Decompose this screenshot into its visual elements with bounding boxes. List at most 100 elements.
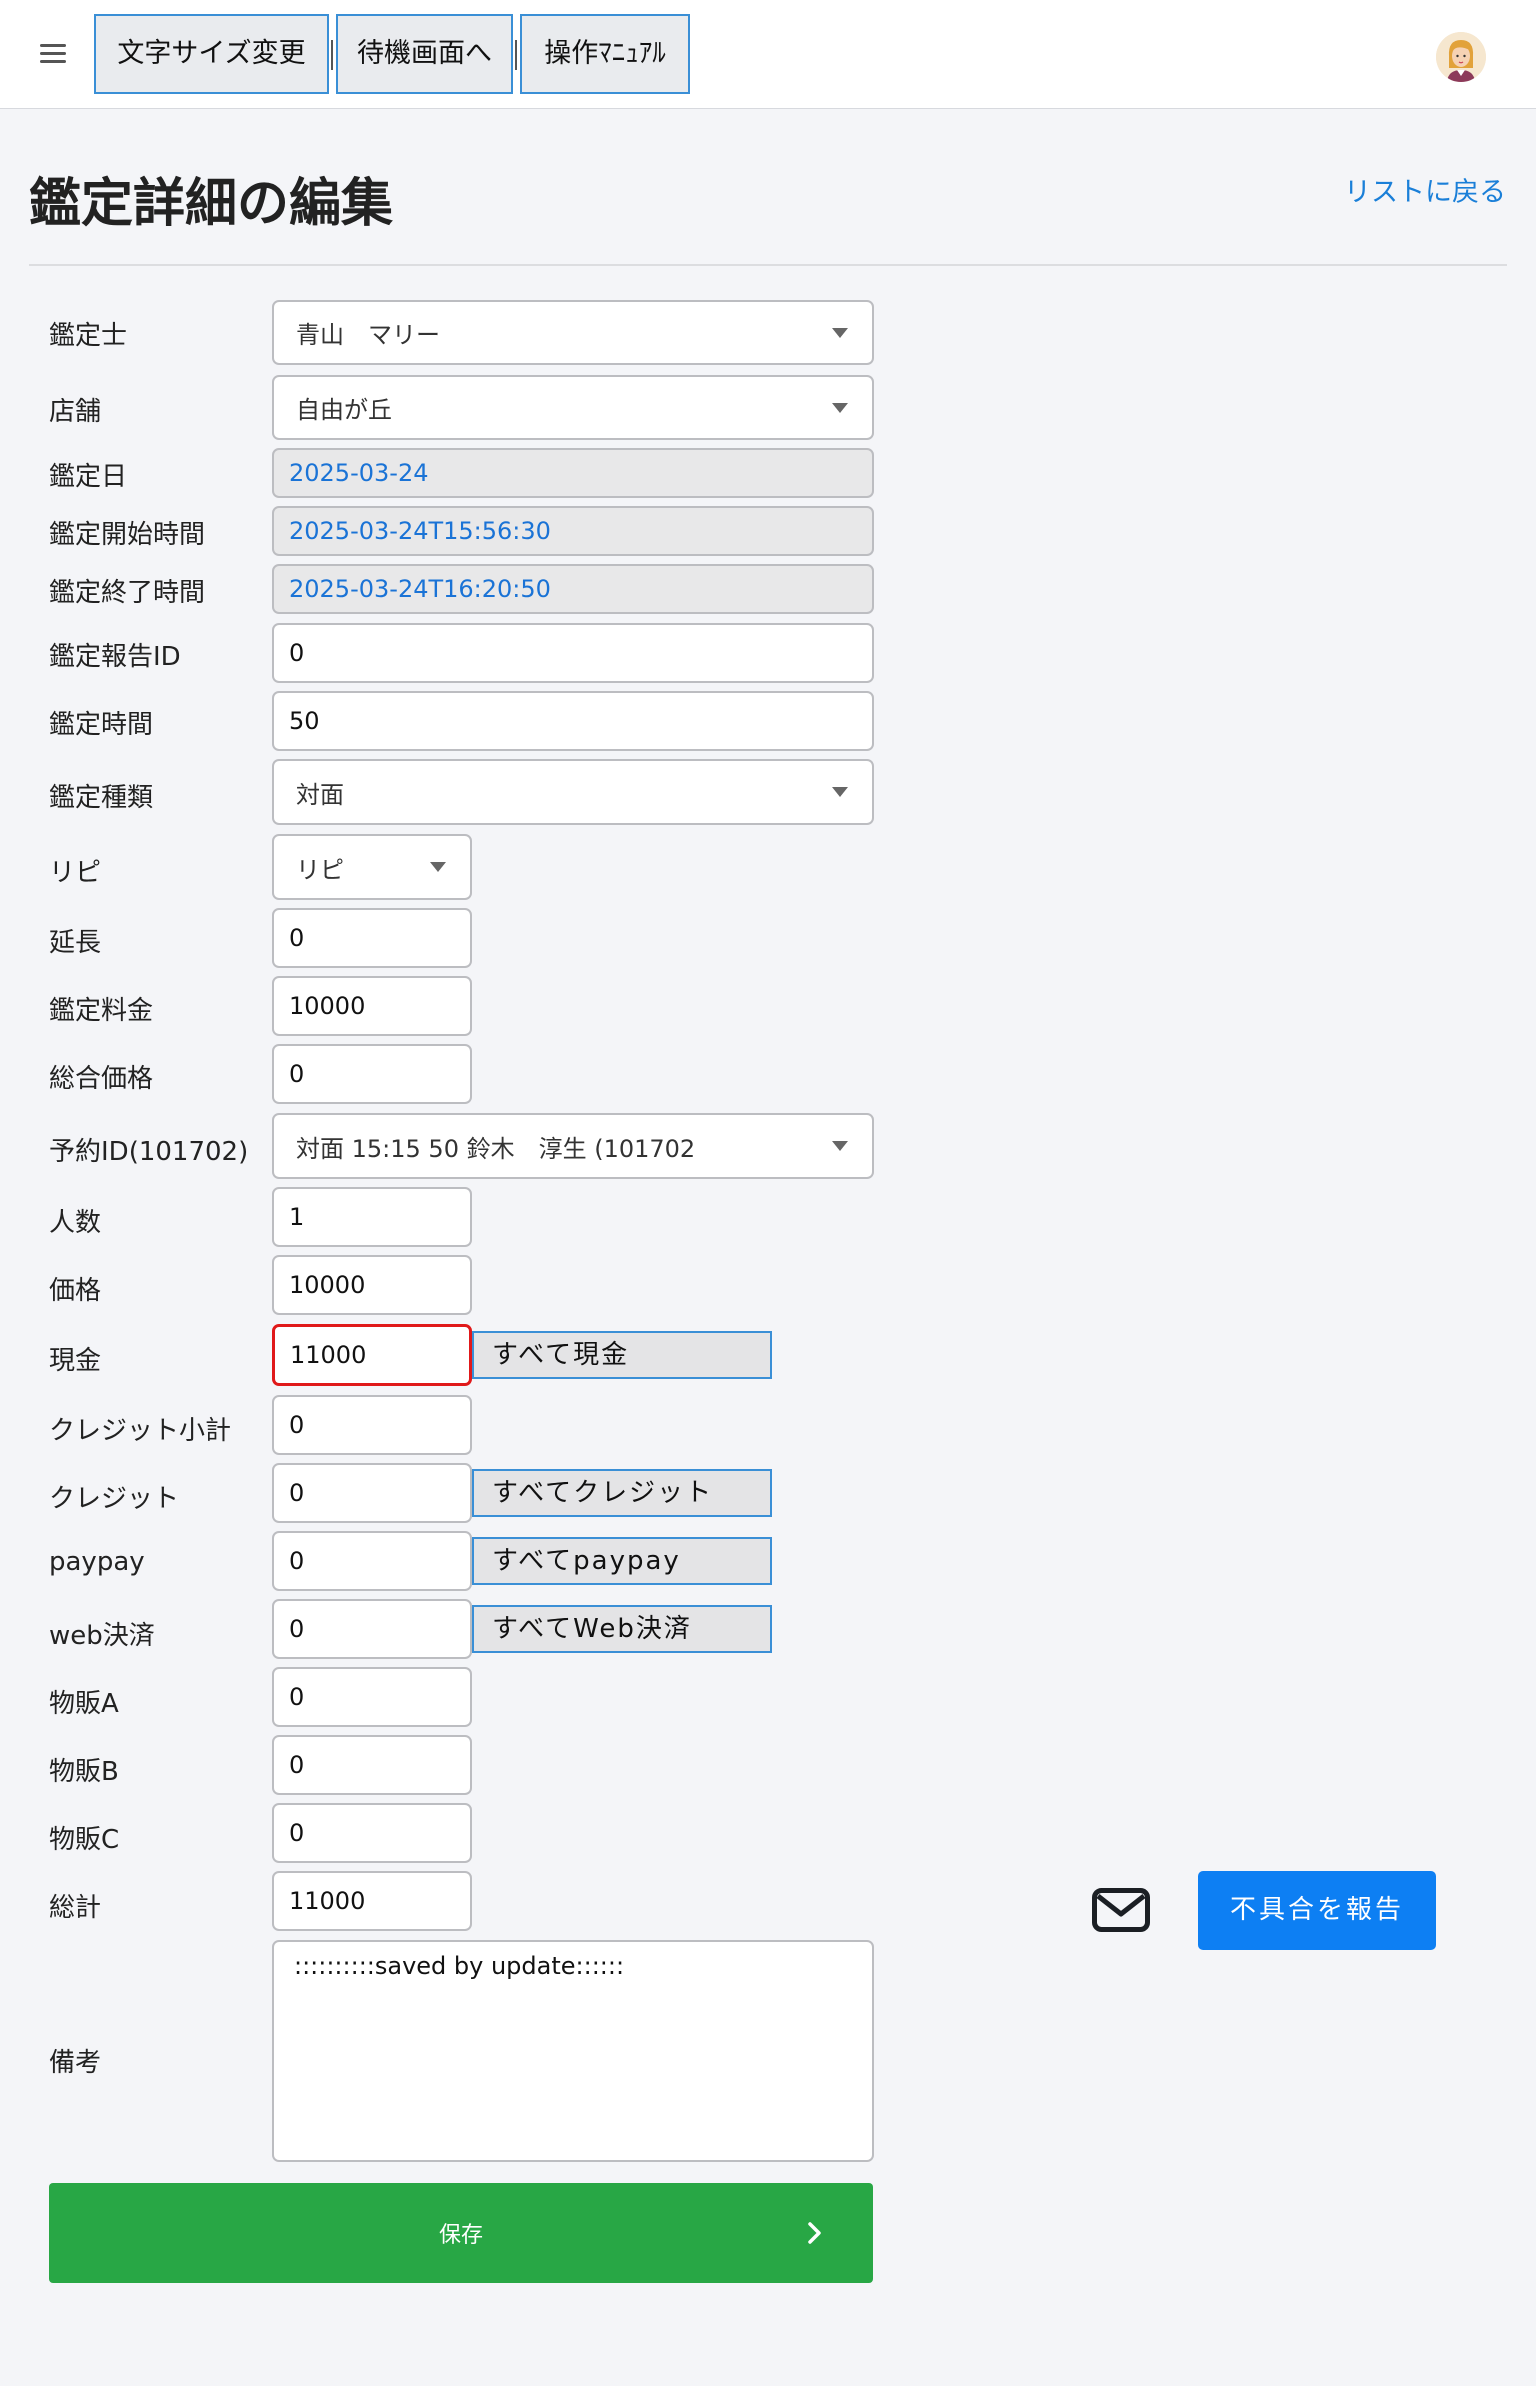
date-field: 2025-03-24 xyxy=(272,448,874,498)
fee-label: 鑑定料金 xyxy=(49,996,154,1026)
end-time-label: 鑑定終了時間 xyxy=(49,578,206,608)
notes-textarea[interactable]: ::::::::::saved by update:::::: xyxy=(272,1940,874,2162)
web-payment-label: web決済 xyxy=(49,1621,155,1651)
chevron-down-icon xyxy=(832,787,848,797)
credit-subtotal-label: クレジット小計 xyxy=(49,1416,232,1446)
paypay-value: 0 xyxy=(289,1547,305,1575)
price-label: 価格 xyxy=(49,1276,102,1306)
report-id-input[interactable]: 0 xyxy=(272,623,874,683)
start-time-label: 鑑定開始時間 xyxy=(49,520,206,550)
extension-input[interactable]: 0 xyxy=(272,908,472,968)
credit-label: クレジット xyxy=(49,1484,180,1514)
web-payment-input[interactable]: 0 xyxy=(272,1599,472,1659)
total-price-label: 総合価格 xyxy=(49,1064,154,1094)
start-time-value: 2025-03-24T15:56:30 xyxy=(289,517,551,545)
repeat-select[interactable]: リピ xyxy=(272,834,472,900)
back-to-list-link[interactable]: リストに戻る xyxy=(1344,170,1506,209)
save-button[interactable]: 保存 xyxy=(49,2183,873,2283)
user-avatar[interactable] xyxy=(1436,32,1486,82)
grand-total-value: 11000 xyxy=(289,1887,366,1915)
chevron-down-icon xyxy=(832,1141,848,1151)
font-size-button[interactable]: 文字サイズ変更 xyxy=(94,14,329,94)
goods-b-input[interactable]: 0 xyxy=(272,1735,472,1795)
people-value: 1 xyxy=(289,1203,305,1231)
report-id-label: 鑑定報告ID xyxy=(49,642,181,672)
cash-input[interactable]: 11000 xyxy=(272,1324,472,1386)
goods-c-input[interactable]: 0 xyxy=(272,1803,472,1863)
total-price-value: 0 xyxy=(289,1060,305,1088)
goods-a-label: 物販A xyxy=(49,1689,119,1719)
report-bug-button[interactable]: 不具合を報告 xyxy=(1198,1871,1436,1950)
end-time-value: 2025-03-24T16:20:50 xyxy=(289,575,551,603)
save-label: 保存 xyxy=(438,2223,483,2248)
reservation-select[interactable]: 対面 15:15 50 鈴木 淳生 (101702 xyxy=(272,1113,874,1179)
separator xyxy=(331,40,333,70)
duration-label: 鑑定時間 xyxy=(49,710,154,740)
all-web-payment-button[interactable]: すべてWeb決済 xyxy=(472,1605,772,1653)
manual-button[interactable]: 操作ﾏﾆｭｱﾙ xyxy=(520,14,690,94)
fortune-teller-select[interactable]: 青山 マリー xyxy=(272,300,874,365)
people-input[interactable]: 1 xyxy=(272,1187,472,1247)
chevron-down-icon xyxy=(832,402,848,413)
fortune-teller-label: 鑑定士 xyxy=(49,321,128,351)
store-value: 自由が丘 xyxy=(296,396,392,424)
all-cash-button[interactable]: すべて現金 xyxy=(472,1331,772,1379)
price-value: 10000 xyxy=(289,1271,366,1299)
web-payment-value: 0 xyxy=(289,1615,305,1643)
separator xyxy=(515,40,517,70)
credit-subtotal-value: 0 xyxy=(289,1411,305,1439)
hamburger-icon[interactable] xyxy=(40,42,66,66)
credit-value: 0 xyxy=(289,1479,305,1507)
total-price-input[interactable]: 0 xyxy=(272,1044,472,1104)
type-value: 対面 xyxy=(296,780,344,809)
price-input[interactable]: 10000 xyxy=(272,1255,472,1315)
divider xyxy=(29,264,1507,266)
standby-screen-button[interactable]: 待機画面へ xyxy=(336,14,513,94)
credit-subtotal-input[interactable]: 0 xyxy=(272,1395,472,1455)
date-label: 鑑定日 xyxy=(49,462,128,492)
date-value: 2025-03-24 xyxy=(289,459,429,487)
all-paypay-button[interactable]: すべてpaypay xyxy=(472,1537,772,1585)
type-select[interactable]: 対面 xyxy=(272,759,874,825)
credit-input[interactable]: 0 xyxy=(272,1463,472,1523)
page-title: 鑑定詳細の編集 xyxy=(29,174,394,234)
top-bar: 文字サイズ変更 待機画面へ 操作ﾏﾆｭｱﾙ xyxy=(0,0,1536,109)
cash-label: 現金 xyxy=(49,1346,102,1376)
extension-value: 0 xyxy=(289,924,305,952)
type-label: 鑑定種類 xyxy=(49,783,154,813)
all-credit-button[interactable]: すべてクレジット xyxy=(472,1469,772,1517)
goods-c-label: 物販C xyxy=(49,1825,120,1855)
chevron-down-icon xyxy=(832,327,848,338)
report-id-value: 0 xyxy=(289,639,305,667)
paypay-input[interactable]: 0 xyxy=(272,1531,472,1591)
reservation-value: 対面 15:15 50 鈴木 淳生 (101702 xyxy=(296,1134,696,1163)
notes-value: ::::::::::saved by update:::::: xyxy=(294,1952,625,1980)
goods-b-value: 0 xyxy=(289,1751,305,1779)
grand-total-label: 総計 xyxy=(49,1893,102,1923)
goods-c-value: 0 xyxy=(289,1819,305,1847)
notes-label: 備考 xyxy=(49,2048,102,2078)
store-label: 店舗 xyxy=(49,397,102,427)
fortune-teller-value: 青山 マリー xyxy=(296,321,440,349)
cash-value: 11000 xyxy=(290,1341,367,1369)
extension-label: 延長 xyxy=(49,928,102,958)
fee-value: 10000 xyxy=(289,992,366,1020)
chevron-right-icon xyxy=(808,2222,821,2244)
start-time-field: 2025-03-24T15:56:30 xyxy=(272,506,874,556)
mail-icon[interactable] xyxy=(1092,1888,1150,1932)
reservation-label: 予約ID(101702) xyxy=(49,1137,249,1167)
end-time-field: 2025-03-24T16:20:50 xyxy=(272,564,874,614)
goods-a-input[interactable]: 0 xyxy=(272,1667,472,1727)
chevron-down-icon xyxy=(430,862,446,872)
fee-input[interactable]: 10000 xyxy=(272,976,472,1036)
grand-total-input[interactable]: 11000 xyxy=(272,1871,472,1931)
paypay-label: paypay xyxy=(49,1547,145,1577)
repeat-label: リピ xyxy=(49,858,102,888)
duration-input[interactable]: 50 xyxy=(272,691,874,751)
store-select[interactable]: 自由が丘 xyxy=(272,375,874,440)
goods-a-value: 0 xyxy=(289,1683,305,1711)
goods-b-label: 物販B xyxy=(49,1757,119,1787)
people-label: 人数 xyxy=(49,1208,102,1238)
duration-value: 50 xyxy=(289,707,320,735)
repeat-value: リピ xyxy=(296,855,344,884)
